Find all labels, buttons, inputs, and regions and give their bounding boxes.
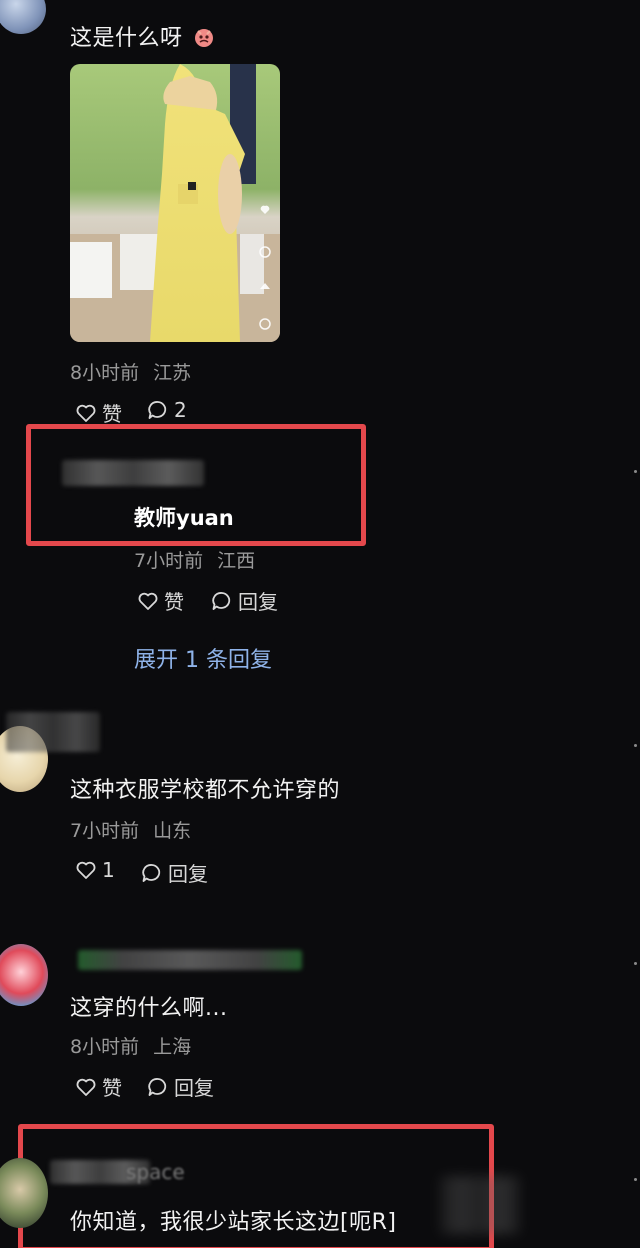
reply-username[interactable]: 教师yuan <box>134 502 234 532</box>
more-options-dot[interactable] <box>634 744 637 747</box>
expand-replies-link[interactable]: 展开 1 条回复 <box>134 642 272 674</box>
blurred-username <box>62 460 204 486</box>
more-options-dot[interactable] <box>634 962 637 965</box>
timestamp: 7小时前 <box>134 550 204 572</box>
like-label: 赞 <box>164 590 184 614</box>
username-fragment: space <box>126 1160 185 1184</box>
comment-text: 这种衣服学校都不允许穿的 <box>70 778 341 803</box>
location: 上海 <box>153 1036 192 1058</box>
blurred-username <box>6 712 100 752</box>
comment-1-text: 这是什么呀 <box>70 20 216 55</box>
timestamp: 8小时前 <box>70 1036 140 1058</box>
comment-bubble-icon <box>142 863 161 882</box>
reply-count: 2 <box>174 398 187 422</box>
comment-2-meta: 7小时前 江西 <box>134 546 255 573</box>
like-button[interactable]: 赞 <box>74 1072 122 1101</box>
comment-1-meta: 8小时前 江苏 <box>70 358 191 385</box>
commenter-avatar[interactable] <box>0 944 48 1006</box>
comment-4-meta: 8小时前 上海 <box>70 1032 191 1059</box>
like-button[interactable]: 赞 <box>136 586 184 615</box>
location: 江苏 <box>153 362 192 384</box>
more-options-dot[interactable] <box>634 1178 637 1181</box>
heart-icon <box>76 1078 96 1096</box>
reply-button[interactable]: 回复 <box>140 858 208 887</box>
reply-label: 回复 <box>174 1076 214 1100</box>
heart-icon <box>76 861 96 879</box>
timestamp: 8小时前 <box>70 362 140 384</box>
location: 山东 <box>153 820 192 842</box>
reply-label: 回复 <box>168 862 208 886</box>
commenter-avatar[interactable] <box>0 0 46 34</box>
comment-bubble-icon <box>212 591 231 610</box>
location: 江西 <box>217 550 256 572</box>
blurred-username <box>78 950 302 970</box>
reply-count-button[interactable]: 2 <box>146 398 187 422</box>
heart-icon <box>76 404 96 422</box>
comment-text: 这穿的什么啊... <box>70 996 228 1021</box>
reply-label: 回复 <box>238 590 278 614</box>
reply-button[interactable]: 回复 <box>210 586 278 615</box>
comment-text: 这是什么呀 <box>70 26 183 51</box>
comment-image-thumbnail[interactable] <box>70 64 280 342</box>
watermark-blur <box>440 1176 520 1234</box>
emoji-sticker-icon <box>192 25 216 55</box>
heart-icon <box>138 592 158 610</box>
like-count: 1 <box>102 858 115 882</box>
comment-text: 你知道，我很少站家长这边[呃R] <box>70 1210 397 1235</box>
more-options-dot[interactable] <box>634 470 637 473</box>
reply-button[interactable]: 回复 <box>146 1072 214 1101</box>
comment-bubble-icon <box>148 1077 167 1096</box>
comment-3-meta: 7小时前 山东 <box>70 816 191 843</box>
like-button[interactable]: 赞 <box>74 398 122 427</box>
comment-bubble-icon <box>148 401 167 419</box>
like-label: 赞 <box>102 1076 122 1100</box>
timestamp: 7小时前 <box>70 820 140 842</box>
like-button[interactable]: 1 <box>74 858 115 882</box>
like-label: 赞 <box>102 402 122 426</box>
comment-feed: 这是什么呀 8小时前 江苏 赞 2 教师yuan 7小时前 江西 赞 回复 展开… <box>0 0 640 1248</box>
